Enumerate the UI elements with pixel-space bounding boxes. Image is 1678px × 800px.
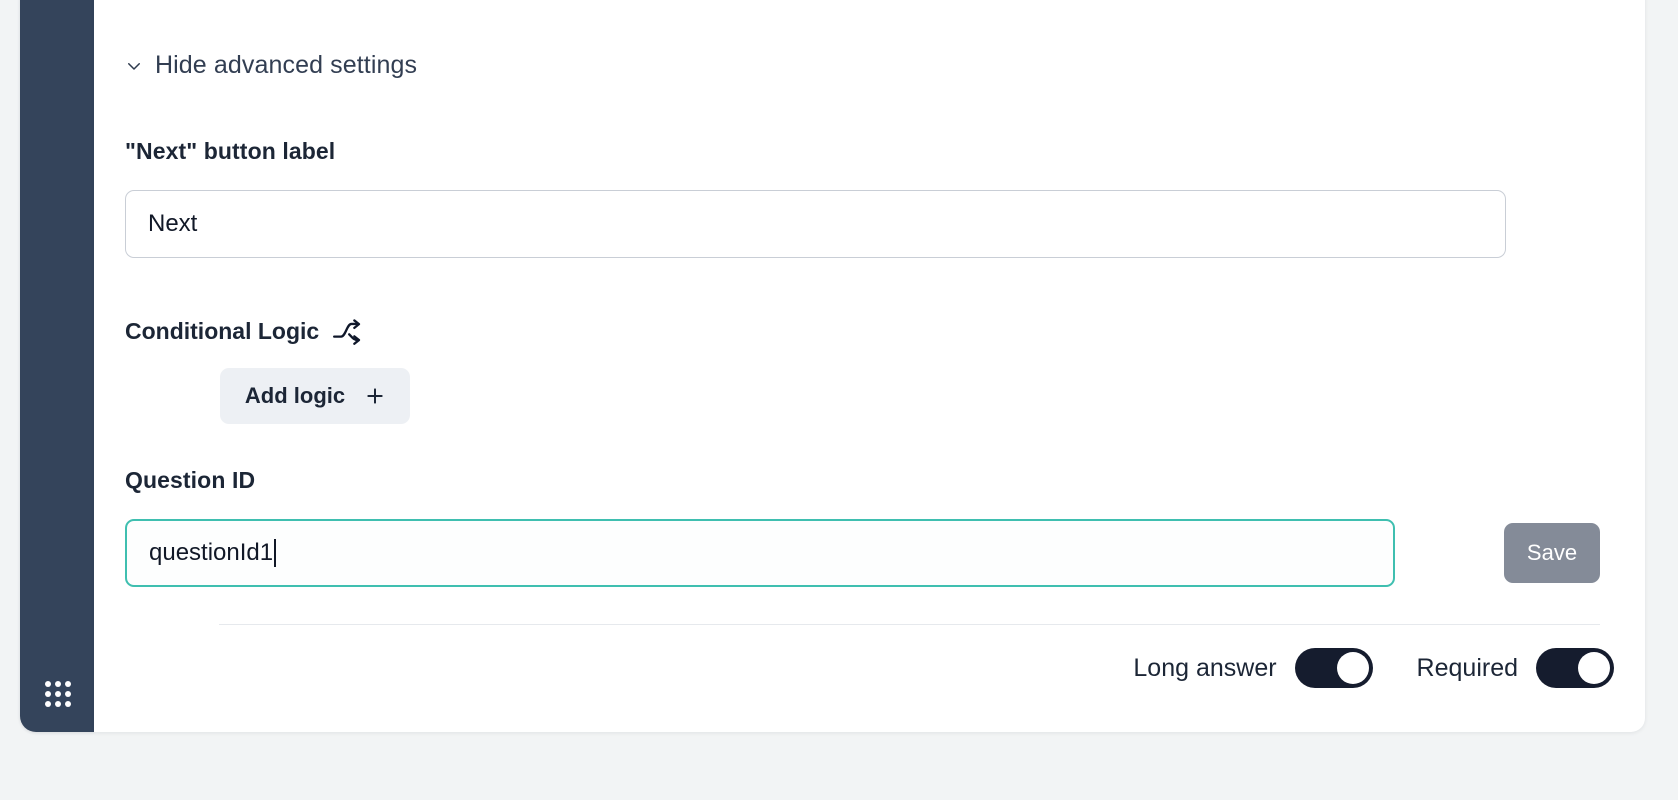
grid-dot xyxy=(45,691,51,697)
grid-dot xyxy=(55,681,61,687)
grid-dot xyxy=(65,691,71,697)
add-logic-button[interactable]: Add logic xyxy=(220,368,410,424)
grid-dot xyxy=(55,691,61,697)
footer-divider xyxy=(219,624,1600,625)
text-caret xyxy=(274,539,276,567)
next-button-label-input[interactable]: Next xyxy=(125,190,1506,258)
app-root: Hide advanced settings "Next" button lab… xyxy=(0,0,1678,800)
add-logic-label: Add logic xyxy=(244,383,346,408)
question-id-input[interactable]: questionId1 xyxy=(125,519,1395,587)
required-label: Required xyxy=(1416,653,1518,682)
question-settings-card: Hide advanced settings "Next" button lab… xyxy=(94,0,1645,732)
hide-advanced-settings-toggle[interactable]: Hide advanced settings xyxy=(125,51,417,80)
long-answer-toggle-group: Long answer xyxy=(1133,648,1373,688)
hide-advanced-settings-label: Hide advanced settings xyxy=(155,51,418,79)
split-arrows-icon xyxy=(333,318,363,345)
grid-dot xyxy=(55,701,61,707)
conditional-logic-heading: Conditional Logic xyxy=(125,318,363,345)
switch-knob xyxy=(1578,652,1610,684)
grid-dots-icon[interactable] xyxy=(45,681,71,707)
question-id-value: questionId1 xyxy=(149,539,274,566)
grid-dot xyxy=(65,701,71,707)
long-answer-label: Long answer xyxy=(1133,653,1277,682)
grid-dot xyxy=(65,681,71,687)
next-button-label-heading: "Next" button label xyxy=(125,138,336,164)
long-answer-switch[interactable] xyxy=(1294,648,1373,688)
conditional-logic-label: Conditional Logic xyxy=(125,318,320,344)
chevron-down-icon xyxy=(125,57,143,75)
grid-dot xyxy=(45,681,51,687)
left-sidebar xyxy=(20,0,94,732)
required-switch[interactable] xyxy=(1536,648,1614,688)
grid-dot xyxy=(45,701,51,707)
save-button[interactable]: Save xyxy=(1504,523,1600,583)
plus-icon xyxy=(365,386,385,406)
footer-toggle-row: Long answer Required xyxy=(1133,648,1614,688)
required-toggle-group: Required xyxy=(1417,648,1614,688)
switch-knob xyxy=(1336,652,1369,684)
question-id-heading: Question ID xyxy=(125,467,256,493)
next-button-label-value: Next xyxy=(148,210,198,237)
